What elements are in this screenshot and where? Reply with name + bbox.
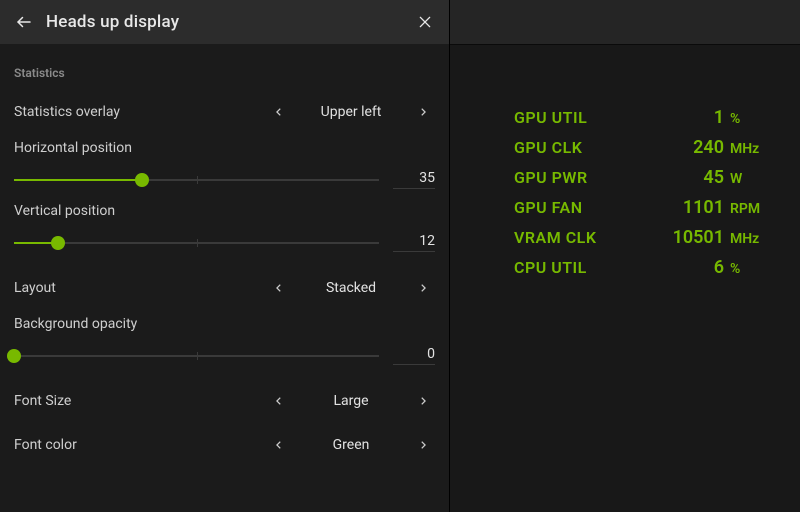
back-button[interactable]	[14, 12, 34, 32]
hud-stat-row: GPU UTIL1%	[514, 107, 764, 128]
vpos-value[interactable]: 12	[393, 233, 435, 252]
hpos-thumb[interactable]	[135, 173, 149, 187]
overlay-next-button[interactable]	[411, 100, 435, 124]
row-layout: Layout Stacked	[14, 266, 435, 310]
panel-title: Heads up display	[46, 12, 415, 32]
hud-stat-row: GPU FAN1101 RPM	[514, 197, 764, 218]
label-vertical-position: Vertical position	[14, 203, 435, 219]
chevron-right-icon	[418, 394, 428, 408]
fontcolor-next-button[interactable]	[411, 433, 435, 457]
row-statistics-overlay: Statistics overlay Upper left	[14, 90, 435, 134]
overlay-prev-button[interactable]	[267, 100, 291, 124]
label-font-color: Font color	[14, 437, 267, 453]
vpos-tick	[197, 239, 198, 247]
slider-background-opacity[interactable]: 0	[14, 346, 435, 365]
hud-stat-row: VRAM CLK10501 MHz	[514, 227, 764, 248]
hud-stat-value: 10501	[673, 227, 724, 248]
label-statistics-overlay: Statistics overlay	[14, 104, 267, 120]
fontcolor-prev-button[interactable]	[267, 433, 291, 457]
hud-stat-unit: MHz	[730, 231, 764, 247]
chevron-right-icon	[418, 281, 428, 295]
vpos-thumb[interactable]	[51, 236, 65, 250]
bgopacity-thumb[interactable]	[7, 349, 21, 363]
hud-stat-unit: W	[730, 171, 764, 187]
fontsize-next-button[interactable]	[411, 389, 435, 413]
layout-prev-button[interactable]	[267, 276, 291, 300]
hpos-track[interactable]	[14, 179, 379, 181]
hud-stat-label: CPU UTIL	[514, 258, 714, 277]
app-root: Heads up display Statistics Statistics o…	[0, 0, 800, 512]
hpos-value[interactable]: 35	[393, 170, 435, 189]
hpos-tick	[197, 176, 198, 184]
value-layout: Stacked	[291, 280, 411, 296]
hud-stat-unit: %	[730, 261, 764, 277]
chevron-right-icon	[418, 438, 428, 452]
hud-stat-label: GPU PWR	[514, 168, 703, 187]
fontsize-prev-button[interactable]	[267, 389, 291, 413]
chevron-left-icon	[274, 438, 284, 452]
label-font-size: Font Size	[14, 393, 267, 409]
block-background-opacity: Background opacity 0	[14, 316, 435, 365]
panel-body: Statistics Statistics overlay Upper left…	[0, 44, 449, 512]
hud-stat-row: GPU PWR45 W	[514, 167, 764, 188]
row-font-size: Font Size Large	[14, 379, 435, 423]
preview-pane: GPU UTIL1% GPU CLK240 MHz GPU PWR45 W GPU FAN…	[450, 0, 800, 512]
hud-stat-label: GPU UTIL	[514, 108, 714, 127]
value-statistics-overlay: Upper left	[291, 104, 411, 120]
hud-stat-value: 6	[714, 257, 724, 278]
section-statistics: Statistics	[14, 66, 435, 80]
chevron-left-icon	[274, 105, 284, 119]
value-font-size: Large	[291, 393, 411, 409]
titlebar: Heads up display	[0, 0, 449, 44]
label-horizontal-position: Horizontal position	[14, 140, 435, 156]
settings-panel: Heads up display Statistics Statistics o…	[0, 0, 450, 512]
close-icon	[417, 14, 433, 30]
chevron-left-icon	[274, 281, 284, 295]
preview-body: GPU UTIL1% GPU CLK240 MHz GPU PWR45 W GPU FAN…	[450, 44, 800, 512]
slider-vertical-position[interactable]: 12	[14, 233, 435, 252]
block-horizontal-position: Horizontal position 35	[14, 140, 435, 189]
hpos-fill	[14, 179, 142, 181]
hud-stats-overlay: GPU UTIL1% GPU CLK240 MHz GPU PWR45 W GPU FAN…	[514, 107, 764, 278]
layout-next-button[interactable]	[411, 276, 435, 300]
slider-horizontal-position[interactable]: 35	[14, 170, 435, 189]
bgopacity-tick	[197, 352, 198, 360]
vpos-track[interactable]	[14, 242, 379, 244]
hud-stat-unit: %	[730, 111, 764, 127]
label-background-opacity: Background opacity	[14, 316, 435, 332]
hud-stat-row: CPU UTIL6%	[514, 257, 764, 278]
chevron-right-icon	[418, 105, 428, 119]
chevron-left-icon	[274, 394, 284, 408]
row-font-color: Font color Green	[14, 423, 435, 467]
hud-stat-unit: RPM	[730, 201, 764, 217]
hud-stat-label: GPU FAN	[514, 198, 683, 217]
block-vertical-position: Vertical position 12	[14, 203, 435, 252]
hud-stat-value: 240	[693, 137, 724, 158]
label-layout: Layout	[14, 280, 267, 296]
close-button[interactable]	[415, 12, 435, 32]
bgopacity-track[interactable]	[14, 355, 379, 357]
hud-stat-value: 1	[714, 107, 724, 128]
hud-stat-label: GPU CLK	[514, 138, 693, 157]
bgopacity-value[interactable]: 0	[393, 346, 435, 365]
hud-stat-row: GPU CLK240 MHz	[514, 137, 764, 158]
hud-stat-unit: MHz	[730, 141, 764, 157]
hud-stat-label: VRAM CLK	[514, 228, 673, 247]
value-font-color: Green	[291, 437, 411, 453]
hud-stat-value: 1101	[683, 197, 724, 218]
preview-header-bar	[450, 0, 800, 44]
arrow-left-icon	[15, 13, 33, 31]
hud-stat-value: 45	[703, 167, 724, 188]
